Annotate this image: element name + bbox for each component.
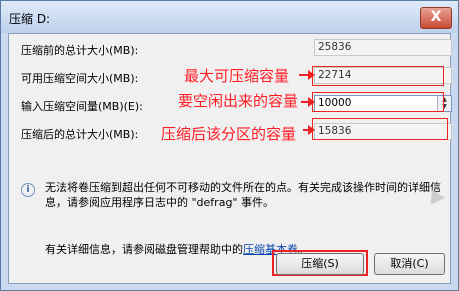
help-text: 有关详细信息，请参阅磁盘管理帮助中的压缩基本卷。 (45, 241, 309, 257)
size-after-label: 压缩后的总计大小(MB): (21, 128, 139, 141)
info-icon: i (21, 183, 35, 197)
window-title: 压缩 D: (9, 12, 51, 26)
annotation-after-capacity: 压缩后该分区的容量 (161, 125, 297, 143)
annotation-box-after (312, 118, 448, 140)
available-space-label: 可用压缩空间大小(MB): (21, 72, 139, 85)
title-bar: 压缩 D: X (1, 1, 458, 33)
annotation-arrow-3 (303, 125, 315, 135)
shrink-dialog: 压缩 D: X 压缩前的总计大小(MB): 25836 可用压缩空间大小(MB)… (0, 0, 459, 291)
annotation-arrow-1 (299, 70, 315, 80)
annotation-box-available (312, 66, 444, 86)
close-button[interactable]: X (420, 7, 452, 29)
size-before-label: 压缩前的总计大小(MB): (21, 44, 139, 57)
shrink-button[interactable]: 压缩(S) (276, 253, 364, 275)
shrink-amount-label: 输入压缩空间量(MB)(E): (21, 100, 143, 113)
help-prefix: 有关详细信息，请参阅磁盘管理帮助中的 (45, 243, 243, 256)
annotation-free-capacity: 要空闲出来的容量 (178, 92, 299, 110)
info-text: 无法将卷压缩到超出任何不可移动的文件所在的点。有关完成该操作时间的详细信息，请参… (45, 181, 441, 209)
size-before-value: 25836 (314, 39, 452, 56)
annotation-box-input (312, 92, 444, 112)
annotation-arrow-2 (301, 97, 315, 107)
annotation-max-capacity: 最大可压缩容量 (184, 67, 290, 85)
cancel-button[interactable]: 取消(C) (374, 253, 445, 275)
